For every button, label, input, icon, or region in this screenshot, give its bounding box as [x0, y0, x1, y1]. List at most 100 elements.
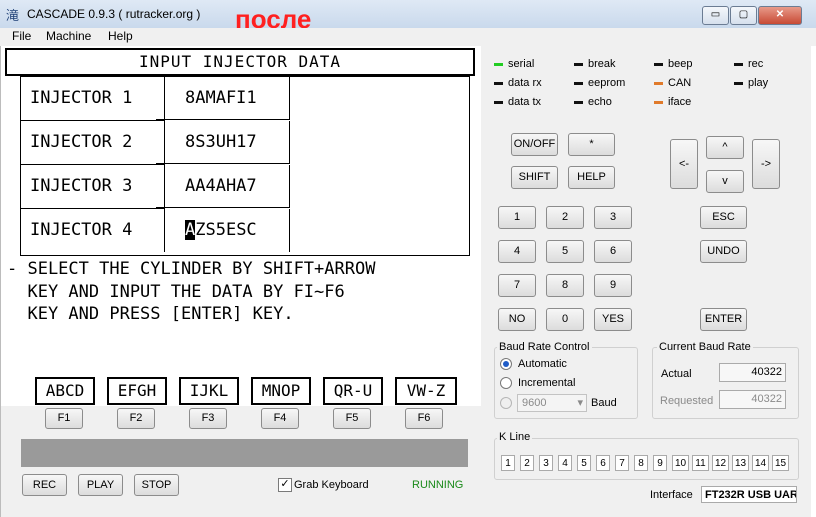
main-panel: INPUT INJECTOR DATA INJECTOR 1 8AMAFI1 I… — [0, 46, 811, 517]
indicator-label: break — [588, 58, 616, 70]
indicator-led — [494, 82, 503, 85]
star-button[interactable]: * — [568, 133, 615, 156]
indicator-label: CAN — [668, 77, 692, 89]
indicator-led — [574, 101, 583, 104]
window-controls: ▭ ▢ ✕ — [702, 6, 802, 25]
status-running: RUNNING — [412, 479, 464, 491]
down-arrow-button[interactable]: v — [706, 170, 744, 193]
fkey-label-6: VW-Z — [395, 377, 457, 405]
f6-button[interactable]: F6 — [405, 408, 443, 429]
key-0-button[interactable]: 0 — [546, 308, 584, 331]
close-button[interactable]: ✕ — [758, 6, 802, 25]
menu-file[interactable]: File — [12, 29, 31, 43]
screen-title: INPUT INJECTOR DATA — [5, 48, 475, 76]
kline-box: 15 — [772, 455, 789, 471]
esc-button[interactable]: ESC — [700, 206, 747, 229]
kline-box: 4 — [558, 455, 572, 471]
injector-code-rest: ZS5ESC — [195, 220, 257, 240]
key-4-button[interactable]: 4 — [498, 240, 536, 263]
help-button[interactable]: HELP — [568, 166, 615, 189]
kline-box: 14 — [752, 455, 769, 471]
indicator-led — [574, 82, 583, 85]
baud-rate-select[interactable]: 9600 ▾ — [517, 394, 587, 412]
play-button[interactable]: PLAY — [78, 474, 123, 496]
grab-keyboard-checkbox[interactable]: ✓ — [278, 478, 292, 492]
f1-button[interactable]: F1 — [45, 408, 83, 429]
key-1-button[interactable]: 1 — [498, 206, 536, 229]
chevron-down-icon: ▾ — [577, 397, 583, 409]
injector-label: INJECTOR 3 — [21, 165, 165, 209]
maximize-button[interactable]: ▢ — [730, 6, 757, 25]
indicator-led — [734, 82, 743, 85]
f2-button[interactable]: F2 — [117, 408, 155, 429]
menu-machine[interactable]: Machine — [46, 29, 91, 43]
stop-button[interactable]: STOP — [134, 474, 179, 496]
menu-help[interactable]: Help — [108, 29, 133, 43]
instruction-line: KEY AND INPUT THE DATA BY FI~F6 — [7, 281, 345, 302]
kline-box: 10 — [672, 455, 689, 471]
key-2-button[interactable]: 2 — [546, 206, 584, 229]
left-arrow-button[interactable]: <- — [670, 139, 698, 189]
incremental-label: Incremental — [518, 377, 576, 389]
up-arrow-button[interactable]: ^ — [706, 136, 744, 159]
indicator-label: rec — [748, 58, 764, 70]
kline-box: 13 — [732, 455, 749, 471]
injector-table: INJECTOR 1 8AMAFI1 INJECTOR 2 8S3UH17 IN… — [20, 76, 470, 256]
key-6-button[interactable]: 6 — [594, 240, 632, 263]
injector-label: INJECTOR 1 — [21, 77, 165, 121]
f4-button[interactable]: F4 — [261, 408, 299, 429]
right-arrow-button[interactable]: -> — [752, 139, 780, 189]
grab-keyboard-label: Grab Keyboard — [294, 479, 369, 491]
no-button[interactable]: NO — [498, 308, 536, 331]
indicator-label: serial — [508, 58, 535, 70]
undo-button[interactable]: UNDO — [700, 240, 747, 263]
automatic-radio[interactable] — [500, 358, 512, 370]
shift-button[interactable]: SHIFT — [511, 166, 558, 189]
key-3-button[interactable]: 3 — [594, 206, 632, 229]
indicator-label: echo — [588, 96, 612, 108]
minimize-button[interactable]: ▭ — [702, 6, 729, 25]
kline-box: 12 — [712, 455, 729, 471]
requested-label: Requested — [660, 395, 714, 407]
indicator-led — [654, 101, 663, 104]
indicator-led — [734, 63, 743, 66]
indicator-label: beep — [668, 58, 693, 70]
indicator-label: iface — [668, 96, 692, 108]
app-icon: 滝 — [6, 8, 20, 23]
incremental-radio[interactable] — [500, 377, 512, 389]
fkey-label-5: QR-U — [323, 377, 383, 405]
injector-code: AA4AHA7 — [156, 165, 290, 208]
instruction-line: KEY AND PRESS [ENTER] KEY. — [7, 304, 294, 324]
lcd-status-strip — [21, 439, 468, 467]
kline-box: 7 — [615, 455, 629, 471]
fixed-rate-radio[interactable] — [500, 397, 512, 409]
text-cursor: A — [185, 220, 196, 240]
key-5-button[interactable]: 5 — [546, 240, 584, 263]
f5-button[interactable]: F5 — [333, 408, 371, 429]
indicator-label: data rx — [508, 77, 542, 89]
key-8-button[interactable]: 8 — [546, 274, 584, 297]
indicator-led — [574, 63, 583, 66]
actual-label: Actual — [661, 368, 692, 380]
indicator-led — [654, 82, 663, 85]
kline-title: K Line — [497, 431, 533, 443]
kline-box: 3 — [539, 455, 553, 471]
fkey-label-4: MNOP — [251, 377, 311, 405]
instructions: - SELECT THE CYLINDER BY SHIFT+ARROW KEY… — [7, 258, 375, 326]
key-7-button[interactable]: 7 — [498, 274, 536, 297]
key-9-button[interactable]: 9 — [594, 274, 632, 297]
kline-box: 2 — [520, 455, 534, 471]
injector-label: INJECTOR 2 — [21, 121, 165, 165]
indicator-label: eeprom — [588, 77, 626, 89]
f3-button[interactable]: F3 — [189, 408, 227, 429]
baud-control-title: Baud Rate Control — [497, 341, 592, 353]
enter-button[interactable]: ENTER — [700, 308, 747, 331]
device-screen[interactable]: INPUT INJECTOR DATA INJECTOR 1 8AMAFI1 I… — [1, 46, 481, 406]
onoff-button[interactable]: ON/OFF — [511, 133, 558, 156]
yes-button[interactable]: YES — [594, 308, 632, 331]
indicator-led — [494, 63, 503, 66]
window-title: CASCADE 0.9.3 ( rutracker.org ) — [27, 7, 201, 21]
rec-button[interactable]: REC — [22, 474, 67, 496]
injector-code: AZS5ESC — [156, 209, 290, 252]
interface-field: FT232R USB UAR — [701, 486, 797, 503]
